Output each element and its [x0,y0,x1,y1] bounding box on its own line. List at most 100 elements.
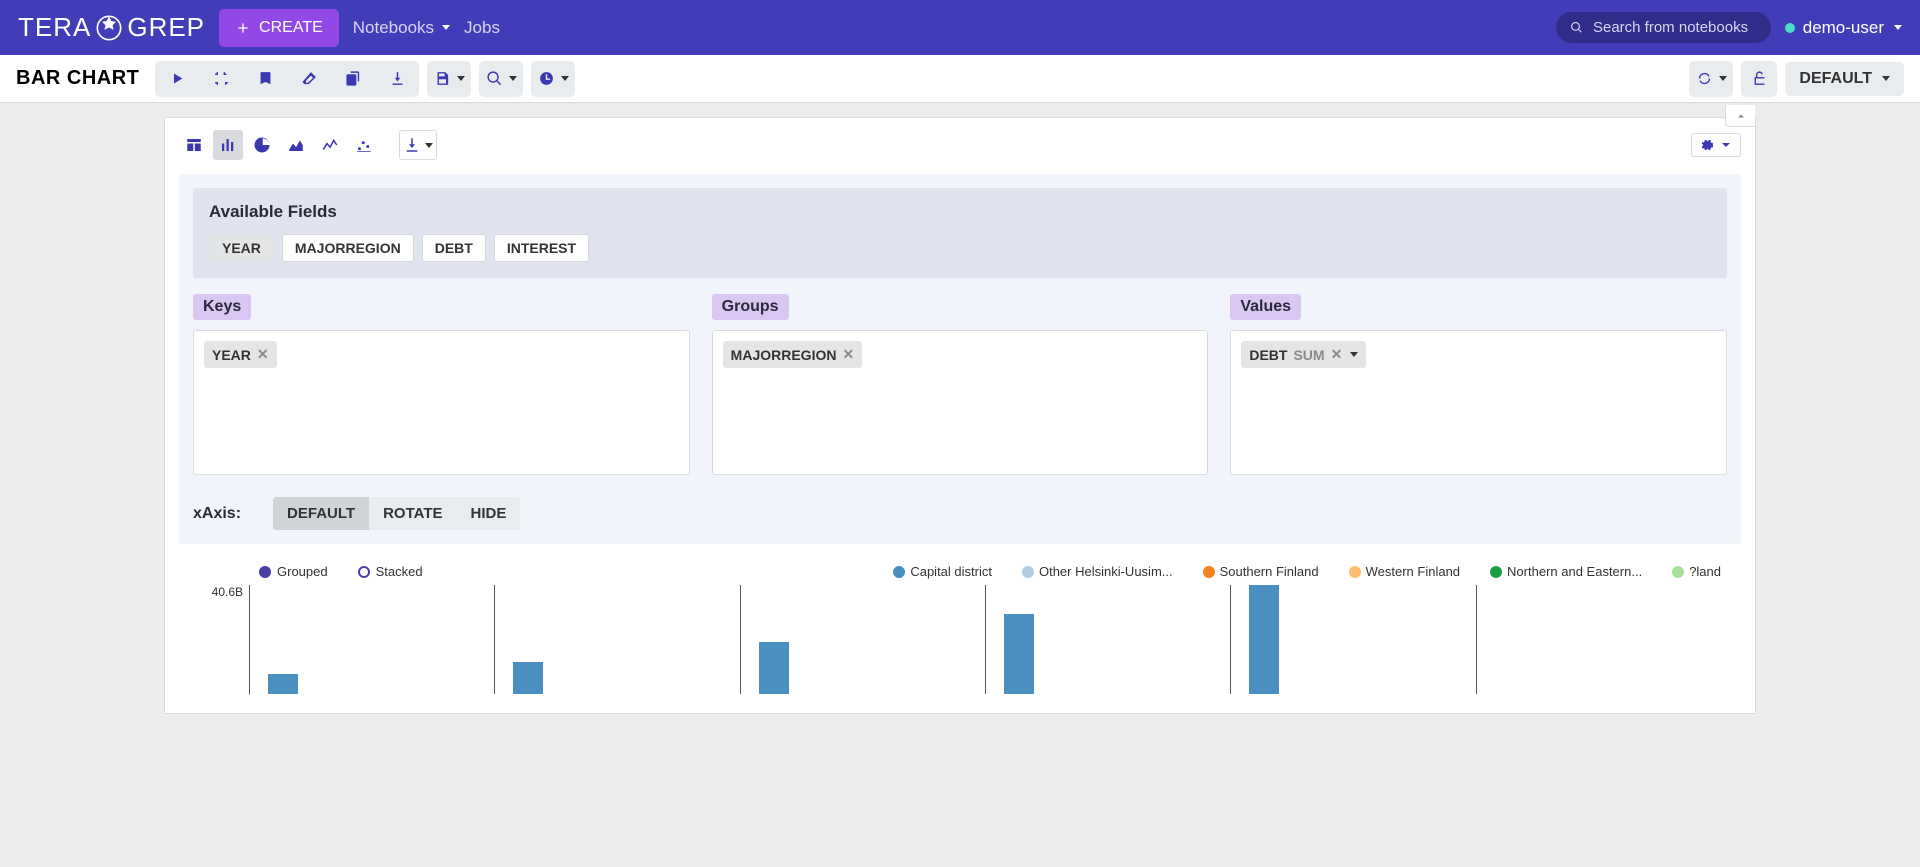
top-nav: TERA GREP CREATE Notebooks Jobs demo-use… [0,0,1920,55]
available-fields-title: Available Fields [209,202,1711,222]
caret-down-icon [457,76,465,81]
bar [1249,585,1279,694]
nav-jobs[interactable]: Jobs [464,18,500,38]
legend-item[interactable]: Other Helsinki-Uusim... [1022,564,1173,579]
values-column: Values DEBTSUM✕ [1230,294,1727,475]
status-dot-icon [1785,23,1795,33]
settings-button[interactable] [1691,133,1741,157]
available-field[interactable]: INTEREST [494,234,589,262]
save-group [427,61,471,97]
gear-icon [1698,137,1714,153]
year-group [250,585,495,694]
remove-icon[interactable]: ✕ [842,346,854,363]
copy-button[interactable] [331,61,375,97]
chart-legend-row: Grouped Stacked Capital district Other Hels… [199,564,1721,579]
search-icon [486,70,503,87]
search-box[interactable] [1556,12,1771,43]
scheduler-button[interactable] [531,61,575,97]
field-chip[interactable]: MAJORREGION ✕ [723,341,863,368]
available-fields-box: Available Fields YEAR MAJORREGION DEBT INTE… [193,188,1727,278]
caret-down-icon[interactable] [1350,352,1358,357]
refresh-button[interactable] [1689,61,1733,97]
caret-down-icon [1894,25,1902,30]
legend-dot-icon [1672,566,1684,578]
clock-icon [538,70,555,87]
erase-button[interactable] [287,61,331,97]
groups-column: Groups MAJORREGION ✕ [712,294,1209,475]
groups-label: Groups [712,294,789,320]
caret-down-icon [1719,76,1727,81]
nav-notebooks[interactable]: Notebooks [353,18,450,38]
search-dropdown-button[interactable] [479,61,523,97]
keys-dropzone[interactable]: YEAR✕ [193,330,690,475]
lock-button[interactable] [1741,61,1777,97]
legend-dot-icon [1203,566,1215,578]
viz-bar-button[interactable] [213,130,243,160]
legend-item[interactable]: Southern Finland [1203,564,1319,579]
legend-label: ?land [1689,564,1721,579]
interpreter-button[interactable]: DEFAULT [1785,62,1904,96]
search-input[interactable] [1591,18,1757,37]
brand-right: GREP [127,12,205,43]
available-field[interactable]: YEAR [209,234,274,262]
interpreter-label: DEFAULT [1799,70,1872,88]
refresh-group [1689,61,1733,97]
scatter-chart-icon [355,136,373,154]
table-icon [185,136,203,154]
user-menu[interactable]: demo-user [1785,18,1902,38]
available-field[interactable]: MAJORREGION [282,234,414,262]
legend-item[interactable]: Capital district [893,564,992,579]
viz-table-button[interactable] [179,130,209,160]
legend-dot-icon [1349,566,1361,578]
chart: Grouped Stacked Capital district Other Hels… [179,564,1741,695]
run-group [155,61,419,97]
viz-area-button[interactable] [281,130,311,160]
xaxis-option[interactable]: DEFAULT [273,497,369,530]
available-field[interactable]: DEBT [422,234,486,262]
collapse-button[interactable] [1725,105,1755,127]
xaxis-option[interactable]: HIDE [457,497,521,530]
radio-icon [358,566,370,578]
download-result-button[interactable] [399,130,437,160]
chart-area: 40.6B [199,585,1721,695]
pie-chart-icon [253,136,271,154]
chart-mode-option[interactable]: Grouped [259,564,328,579]
legend-label: Southern Finland [1220,564,1319,579]
create-button[interactable]: CREATE [219,9,339,47]
field-chip[interactable]: DEBTSUM✕ [1241,341,1366,368]
legend-item[interactable]: Western Finland [1349,564,1460,579]
bar [1004,614,1034,694]
chip-name: MAJORREGION [731,347,837,363]
download-icon [389,70,406,87]
collapse-all-button[interactable] [199,61,243,97]
bar [513,662,543,694]
remove-icon[interactable]: ✕ [257,346,269,363]
notebook-toolbar: BAR CHART [0,55,1920,103]
run-button[interactable] [155,61,199,97]
legend-item[interactable]: ?land [1672,564,1721,579]
chart-mode-option[interactable]: Stacked [358,564,423,579]
values-dropzone[interactable]: DEBTSUM✕ [1230,330,1727,475]
remove-icon[interactable]: ✕ [1331,346,1343,363]
save-button[interactable] [427,61,471,97]
radio-icon [259,566,271,578]
viz-pie-button[interactable] [247,130,277,160]
y-tick-top: 40.6B [199,585,249,695]
field-chip[interactable]: YEAR✕ [204,341,277,368]
xaxis-option[interactable]: ROTATE [369,497,456,530]
groups-dropzone[interactable]: MAJORREGION ✕ [712,330,1209,475]
legend-label: Other Helsinki-Uusim... [1039,564,1173,579]
config-panel: Available Fields YEAR MAJORREGION DEBT INTE… [179,174,1741,544]
copy-icon [345,70,362,87]
viz-line-button[interactable] [315,130,345,160]
bar [759,642,789,694]
book-icon [257,70,274,87]
caret-down-icon [442,25,450,30]
legend-item[interactable]: Northern and Eastern... [1490,564,1642,579]
book-button[interactable] [243,61,287,97]
area-chart-icon [287,136,305,154]
download-button[interactable] [375,61,419,97]
viz-scatter-button[interactable] [349,130,379,160]
viz-toolbar [179,130,1741,160]
legend-dot-icon [1022,566,1034,578]
